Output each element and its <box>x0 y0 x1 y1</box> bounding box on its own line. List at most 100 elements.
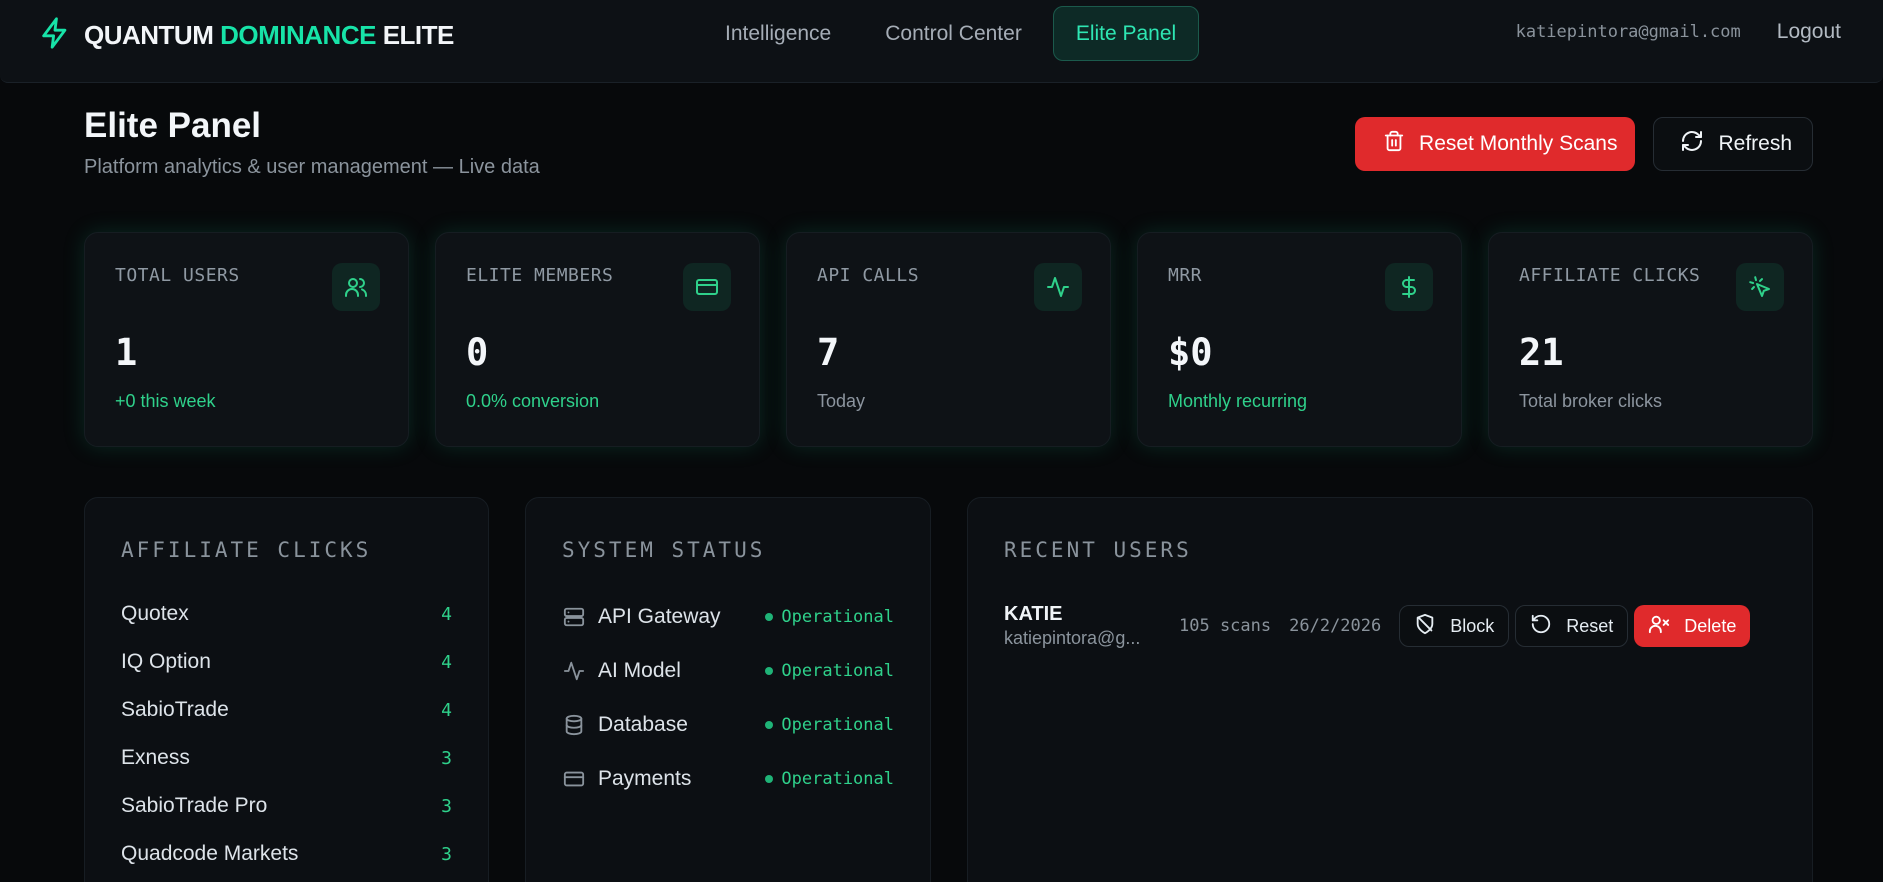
delete-user-button[interactable]: Delete <box>1634 605 1751 647</box>
service-name: AI Model <box>598 659 681 682</box>
status-text: Operational <box>781 661 894 681</box>
users-icon <box>332 263 380 311</box>
status-dot <box>765 775 774 783</box>
user-x-icon <box>1648 613 1670 640</box>
nav-link-elite-panel[interactable]: Elite Panel <box>1052 6 1200 61</box>
click-count: 3 <box>441 747 452 769</box>
system-status-list: API Gateway Operational AI Model Operati… <box>562 590 894 806</box>
stat-sub: Monthly recurring <box>1168 391 1308 411</box>
status-badge: Operational <box>765 661 894 681</box>
server-icon <box>562 605 586 629</box>
activity-icon <box>1034 263 1082 311</box>
panel-title: SYSTEM STATUS <box>562 538 766 562</box>
dollar-icon <box>1385 263 1433 311</box>
click-count: 3 <box>441 795 452 817</box>
block-user-button[interactable]: Block <box>1399 605 1510 647</box>
stats-row: TOTAL USERS 1 +0 this week ELITE MEMBERS… <box>84 232 1813 447</box>
status-text: Operational <box>781 715 894 735</box>
user-actions: Block Reset Delete <box>1399 605 1751 647</box>
stat-value: 21 <box>1519 331 1564 374</box>
scan-count: 105 scans <box>1179 616 1272 636</box>
nav-links: Intelligence Control Center Elite Panel <box>702 6 1200 61</box>
status-badge: Operational <box>765 769 894 789</box>
shield-off-icon <box>1414 613 1436 640</box>
affiliate-list: Quotex 4 IQ Option 4 SabioTrade 4 Exness 3 S… <box>121 590 452 878</box>
list-item: Quadcode Markets 3 <box>121 830 452 878</box>
broker-name: Quadcode Markets <box>121 842 299 865</box>
credit-card-icon <box>683 263 731 311</box>
service-name: Database <box>598 713 688 736</box>
stat-value: $0 <box>1168 331 1213 374</box>
status-text: Operational <box>781 769 894 789</box>
service-name: API Gateway <box>598 605 721 628</box>
status-dot <box>765 613 774 621</box>
stat-value: 7 <box>817 331 840 374</box>
list-item: Payments Operational <box>562 752 894 806</box>
status-badge: Operational <box>765 607 894 627</box>
status-dot <box>765 721 774 729</box>
status-text: Operational <box>781 607 894 627</box>
nav-account: katiepintora@gmail.com Logout <box>1516 20 1841 44</box>
stat-value: 0 <box>466 331 489 374</box>
user-info: KATIE katiepintora@g... <box>1004 603 1179 649</box>
stat-sub: 0.0% conversion <box>466 391 600 411</box>
list-item: SabioTrade Pro 3 <box>121 782 452 830</box>
database-icon <box>562 713 586 737</box>
stat-value: 1 <box>115 331 138 374</box>
list-item: AI Model Operational <box>562 644 894 698</box>
user-name: KATIE <box>1004 603 1063 625</box>
stat-label: AFFILIATE CLICKS <box>1519 265 1701 286</box>
nav-link-control-center[interactable]: Control Center <box>862 6 1045 61</box>
broker-name: Quotex <box>121 602 189 625</box>
reset-monthly-scans-label: Reset Monthly Scans <box>1419 132 1618 155</box>
status-dot <box>765 667 774 675</box>
recent-users-panel: RECENT USERS KATIE katiepintora@g... 105… <box>967 497 1813 882</box>
reset-user-button[interactable]: Reset <box>1515 605 1629 647</box>
broker-name: Exness <box>121 746 190 769</box>
page-title: Elite Panel <box>84 106 262 145</box>
stat-sub: Today <box>817 391 866 411</box>
stat-card-api-calls: API CALLS 7 Today <box>786 232 1111 447</box>
click-count: 3 <box>441 843 452 865</box>
refresh-label: Refresh <box>1718 132 1792 155</box>
stat-card-elite-members: ELITE MEMBERS 0 0.0% conversion <box>435 232 760 447</box>
stat-sub: Total broker clicks <box>1519 391 1663 411</box>
list-item: API Gateway Operational <box>562 590 894 644</box>
header-actions: Reset Monthly Scans Refresh <box>1355 117 1813 171</box>
rotate-ccw-icon <box>1530 613 1552 640</box>
stat-card-mrr: MRR $0 Monthly recurring <box>1137 232 1462 447</box>
panel-title: RECENT USERS <box>1004 538 1192 562</box>
join-date: 26/2/2026 <box>1289 616 1382 636</box>
user-email: katiepintora@g... <box>1004 628 1141 648</box>
click-count: 4 <box>441 603 452 625</box>
status-badge: Operational <box>765 715 894 735</box>
broker-name: IQ Option <box>121 650 211 673</box>
refresh-icon <box>1680 129 1704 159</box>
trash-icon <box>1383 130 1405 158</box>
refresh-button[interactable]: Refresh <box>1653 117 1813 171</box>
click-count: 4 <box>441 699 452 721</box>
broker-name: SabioTrade Pro <box>121 794 268 817</box>
system-status-panel: SYSTEM STATUS API Gateway Operational AI… <box>525 497 931 882</box>
delete-label: Delete <box>1684 615 1737 636</box>
stat-label: API CALLS <box>817 265 920 286</box>
reset-monthly-scans-button[interactable]: Reset Monthly Scans <box>1355 117 1636 171</box>
list-item: Quotex 4 <box>121 590 452 638</box>
list-item: SabioTrade 4 <box>121 686 452 734</box>
broker-name: SabioTrade <box>121 698 229 721</box>
stat-card-total-users: TOTAL USERS 1 +0 this week <box>84 232 409 447</box>
nav-link-intelligence[interactable]: Intelligence <box>702 6 854 61</box>
user-email: katiepintora@gmail.com <box>1515 22 1741 42</box>
page-subtitle: Platform analytics & user management — L… <box>84 156 540 178</box>
table-row: KATIE katiepintora@g... 105 scans 26/2/2… <box>1004 603 1776 649</box>
brand-logo[interactable]: QUANTUM DOMINANCE ELITE <box>38 14 454 57</box>
service-name: Payments <box>598 767 692 790</box>
stat-label: ELITE MEMBERS <box>466 265 614 286</box>
activity-icon <box>562 659 586 683</box>
list-item: IQ Option 4 <box>121 638 452 686</box>
logout-link[interactable]: Logout <box>1777 20 1841 44</box>
credit-card-icon <box>562 767 586 791</box>
user-meta: 105 scans 26/2/2026 <box>1179 616 1381 636</box>
stat-label: TOTAL USERS <box>115 265 240 286</box>
lightning-icon <box>38 14 72 57</box>
